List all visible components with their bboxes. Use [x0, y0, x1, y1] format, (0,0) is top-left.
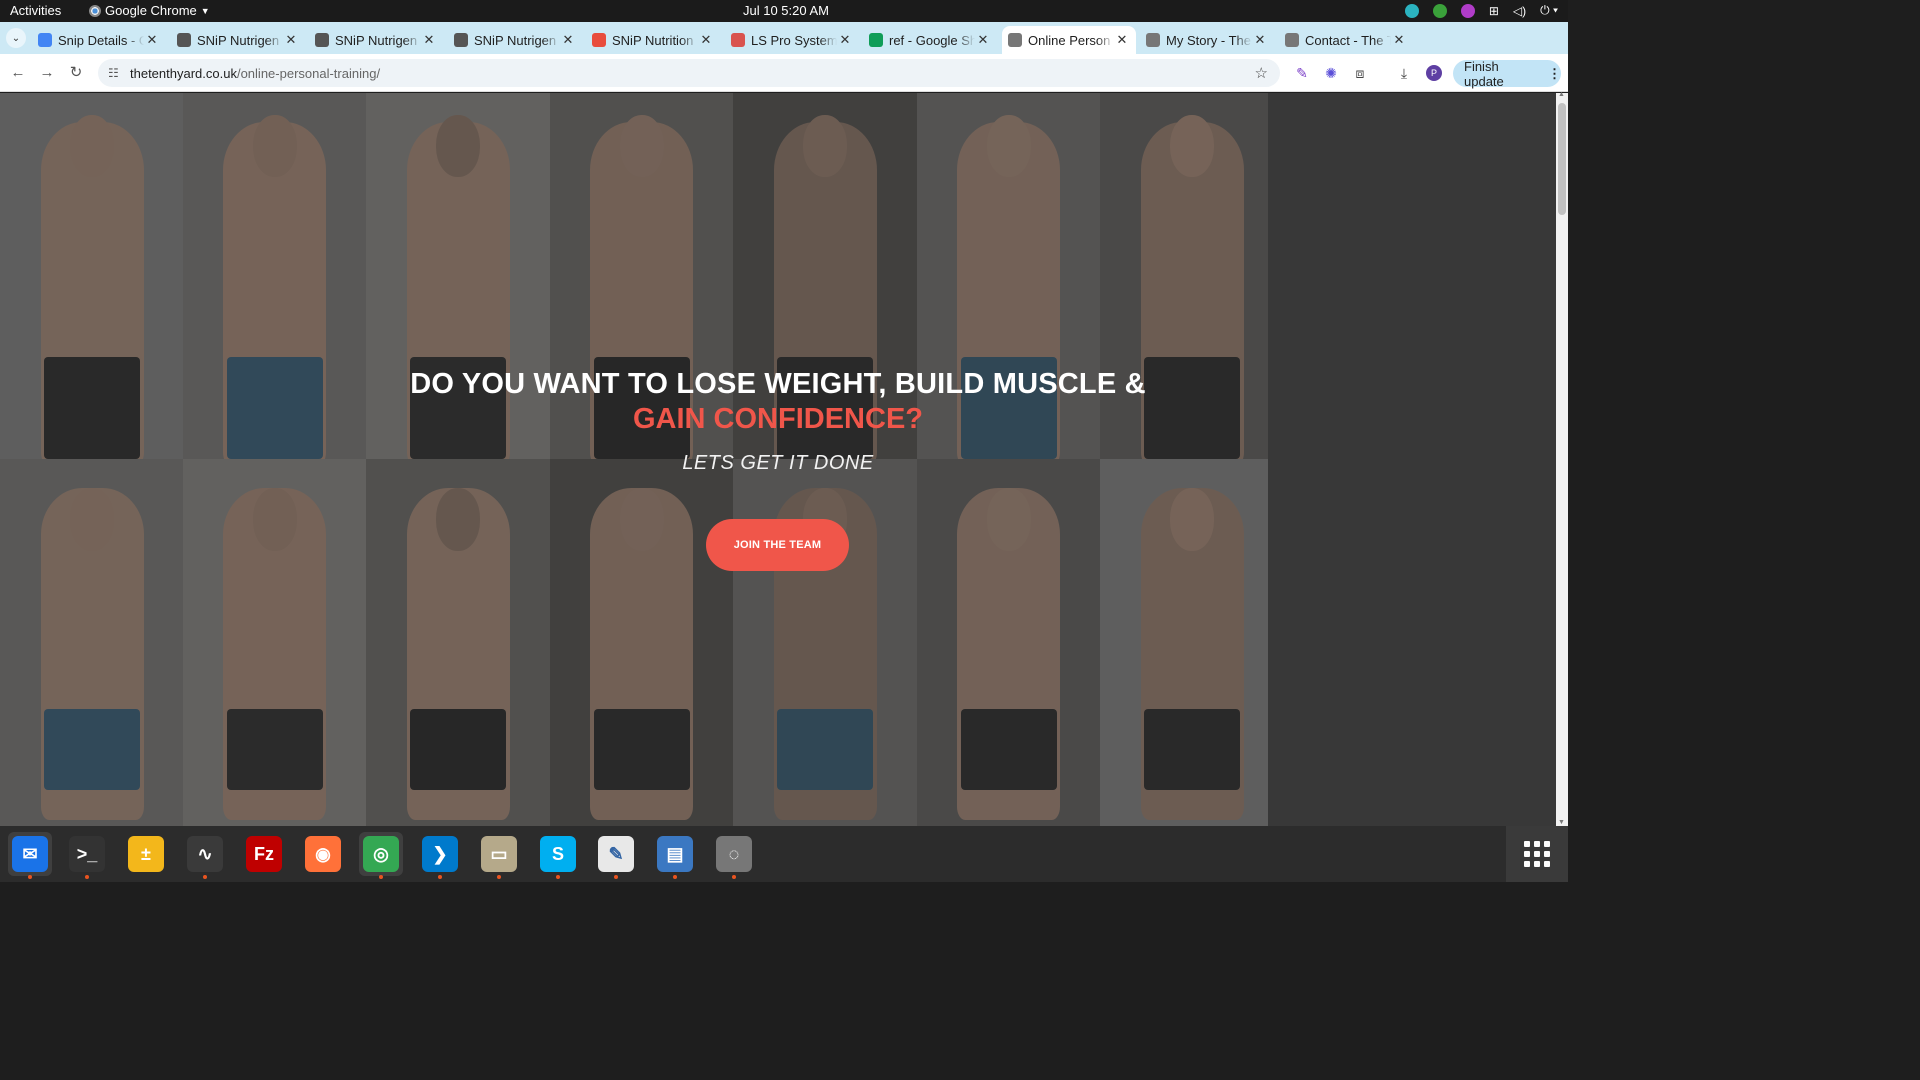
volume-icon[interactable]: ◁) — [1513, 4, 1526, 18]
app-menu[interactable]: Google Chrome ▼ — [89, 3, 210, 18]
chevron-down-icon: ▼ — [200, 5, 210, 16]
tenth-yard-icon — [1008, 33, 1022, 47]
gnome-top-bar: Activities Google Chrome ▼ Jul 10 5:20 A… — [0, 0, 1568, 22]
tab-title: SNiP Nutrigen — [335, 32, 418, 48]
browser-tab[interactable]: ref - Google Sh ✕ — [863, 26, 997, 54]
browser-tab[interactable]: LS Pro System ✕ — [725, 26, 859, 54]
tab-title: ref - Google Sh — [889, 32, 975, 48]
power-icon[interactable]: ⏻ ▾ — [1540, 3, 1558, 18]
calculator-icon[interactable]: ± — [124, 832, 168, 876]
browser-tab[interactable]: Online Person ✕ — [1002, 26, 1136, 54]
scrollbar-thumb[interactable] — [1558, 103, 1566, 215]
tab-close-icon[interactable]: ✕ — [698, 32, 714, 48]
browser-tab[interactable]: My Story - The ✕ — [1140, 26, 1274, 54]
hero-subheadline: LETS GET IT DONE — [682, 452, 874, 474]
tab-close-icon[interactable]: ✕ — [975, 32, 991, 48]
tab-title: Snip Details - G — [58, 32, 144, 48]
browser-tab[interactable]: SNiP Nutrigen ✕ — [171, 26, 305, 54]
files-icon[interactable]: ▭ — [477, 832, 521, 879]
tab-close-icon[interactable]: ✕ — [283, 32, 299, 48]
smiley-icon — [592, 33, 606, 47]
browser-toolbar: ← → ↻ ☷ thetenthyard.co.uk/online-person… — [0, 54, 1568, 92]
show-applications-icon[interactable] — [1506, 826, 1568, 882]
browser-tab[interactable]: SNiP Nutrigen ✕ — [309, 26, 443, 54]
tenth-yard-icon — [1146, 33, 1160, 47]
thunderbird-icon[interactable]: ✉ — [8, 832, 52, 879]
system-tray[interactable]: ⊞ ◁) ⏻ ▾ — [1404, 3, 1558, 18]
browser-tab[interactable]: SNiP Nutrigen ✕ — [448, 26, 582, 54]
chevron-down-icon: ⌄ — [11, 32, 21, 44]
tab-title: SNiP Nutrition — [612, 32, 694, 48]
tab-strip: ⌄ Snip Details - G ✕ SNiP Nutrigen ✕ SNiP Nu… — [0, 22, 1568, 69]
web-page[interactable]: DO YOU WANT TO LOSE WEIGHT, BUILD MUSCLE… — [0, 93, 1556, 826]
ubuntu-dock: ✉ >_ ± ∿ Fz ◉ ◎ ❯ ▭ S ✎ ▤ ◌ — [0, 826, 1568, 882]
clock[interactable]: Jul 10 5:20 AM — [743, 3, 829, 18]
hero-text-block: DO YOU WANT TO LOSE WEIGHT, BUILD MUSCLE… — [0, 368, 1556, 475]
back-icon[interactable]: ← — [8, 63, 28, 83]
url-domain: thetenthyard.co.uk — [130, 65, 237, 81]
update-icon[interactable] — [1432, 3, 1447, 18]
ls-icon — [731, 33, 745, 47]
vscode-icon[interactable]: ❯ — [418, 832, 462, 879]
browser-tab[interactable]: Contact - The T ✕ — [1279, 26, 1413, 54]
snip-icon — [315, 33, 329, 47]
scroll-down-icon[interactable]: ▼ — [1558, 819, 1565, 826]
firefox-icon[interactable]: ◉ — [301, 832, 345, 876]
filezilla-icon[interactable]: Fz — [242, 832, 286, 876]
finish-update-button[interactable]: Finish update ⋮ — [1453, 58, 1561, 89]
forward-icon[interactable]: → — [37, 63, 57, 83]
tab-close-icon[interactable]: ✕ — [1252, 32, 1268, 48]
tab-close-icon[interactable]: ✕ — [560, 32, 576, 48]
download-icon[interactable]: ⤓ — [1396, 65, 1412, 81]
more-menu-icon: ⋮ — [1548, 65, 1561, 81]
document-viewer-icon[interactable]: ▤ — [653, 832, 697, 879]
activities-button[interactable]: Activities — [10, 3, 61, 18]
snip-icon — [177, 33, 191, 47]
url-path: /online-personal-training/ — [236, 65, 381, 81]
finish-update-label: Finish update — [1464, 58, 1504, 89]
gear-extension-icon[interactable]: ✺ — [1323, 65, 1339, 81]
network-icon[interactable]: ⊞ — [1489, 4, 1499, 18]
sync-icon[interactable] — [1404, 3, 1419, 18]
tenth-yard-icon — [1285, 33, 1299, 47]
chrome-icon[interactable]: ◎ — [359, 832, 403, 879]
tab-title: Online Person — [1028, 32, 1111, 48]
disk-icon[interactable]: ◌ — [712, 832, 756, 879]
join-the-team-button[interactable]: JOIN THE TEAM — [706, 519, 849, 571]
system-monitor-icon[interactable]: ∿ — [183, 832, 227, 879]
chrome-icon — [89, 4, 101, 17]
sheets-icon — [869, 33, 883, 47]
extensions-icon[interactable]: ⧈ — [1352, 65, 1368, 81]
text-editor-icon[interactable]: ✎ — [594, 832, 638, 879]
pen-extension-icon[interactable]: ✎ — [1294, 65, 1310, 81]
site-info-icon[interactable]: ☷ — [108, 66, 122, 80]
scroll-up-icon[interactable]: ▲ — [1558, 91, 1565, 98]
color-picker-icon[interactable] — [1460, 3, 1475, 18]
profile-avatar[interactable]: P — [1426, 65, 1442, 81]
tab-title: SNiP Nutrigen — [474, 32, 557, 48]
app-menu-label: Google Chrome — [105, 3, 197, 18]
bookmark-star-icon[interactable]: ☆ — [1255, 64, 1268, 82]
tab-close-icon[interactable]: ✕ — [421, 32, 437, 48]
tab-title: LS Pro System — [751, 32, 837, 48]
terminal-icon[interactable]: >_ — [65, 832, 109, 879]
tab-title: Contact - The T — [1305, 32, 1391, 48]
tab-title: My Story - The — [1166, 32, 1252, 48]
page-scrollbar[interactable]: ▲ ▼ — [1556, 91, 1568, 826]
docs-icon — [38, 33, 52, 47]
address-bar[interactable]: ☷ thetenthyard.co.uk/online-personal-tra… — [98, 59, 1280, 87]
tab-close-icon[interactable]: ✕ — [144, 32, 160, 48]
tab-close-icon[interactable]: ✕ — [1391, 32, 1407, 48]
tab-title: SNiP Nutrigen — [197, 32, 280, 48]
tab-close-icon[interactable]: ✕ — [837, 32, 853, 48]
tab-search-button[interactable]: ⌄ — [6, 28, 26, 48]
browser-tab[interactable]: Snip Details - G ✕ — [32, 26, 166, 54]
browser-tab[interactable]: SNiP Nutrition ✕ — [586, 26, 720, 54]
tab-close-icon[interactable]: ✕ — [1114, 32, 1130, 48]
hero-headline: DO YOU WANT TO LOSE WEIGHT, BUILD MUSCLE… — [410, 368, 1146, 400]
hero-headline-accent: GAIN CONFIDENCE? — [633, 403, 923, 435]
reload-icon[interactable]: ↻ — [66, 63, 86, 83]
snip-icon — [454, 33, 468, 47]
skype-icon[interactable]: S — [536, 832, 580, 879]
